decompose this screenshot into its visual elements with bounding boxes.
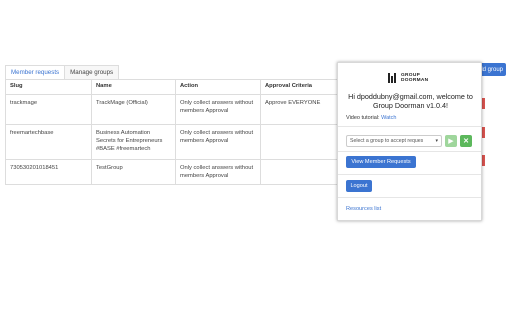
excel-icon: ✕ (463, 138, 469, 145)
cell-slug: 730530201018451 (5, 159, 92, 185)
door-icon (388, 73, 398, 83)
divider (338, 151, 481, 152)
divider (338, 126, 481, 127)
logo-text-doorman: DOORMAN (401, 78, 429, 83)
excel-export-button[interactable]: ✕ (460, 135, 472, 147)
extension-popup: GROUP DOORMAN Hi dpoddubny@gmail.com, we… (337, 62, 482, 221)
cell-action: Only collect answers without members App… (175, 159, 261, 185)
view-member-requests-button[interactable]: View Member Requests (346, 156, 416, 168)
cell-name: TestGroup (91, 159, 176, 185)
play-icon: ▶ (448, 138, 454, 145)
cell-slug: trackmage (5, 94, 92, 125)
divider (338, 197, 481, 198)
logout-button[interactable]: Logout (346, 180, 372, 192)
cell-action: Only collect answers without members App… (175, 124, 261, 160)
group-doorman-logo: GROUP DOORMAN (388, 73, 428, 83)
cell-slug: freemartechbase (5, 124, 92, 160)
group-select[interactable]: Select a group to accept reques ▾ (346, 135, 442, 147)
welcome-message: Hi dpoddubny@gmail.com, welcome to Group… (348, 92, 473, 110)
cell-name: Business Automation Secrets for Entrepre… (91, 124, 176, 160)
chevron-down-icon: ▾ (435, 138, 438, 144)
tab-member-requests[interactable]: Member requests (5, 65, 66, 79)
watch-link[interactable]: Watch (381, 115, 396, 121)
divider (338, 174, 481, 175)
header-name: Name (91, 79, 176, 95)
start-button[interactable]: ▶ (445, 135, 457, 147)
header-slug: Slug (5, 79, 92, 95)
cell-name: TrackMage (Official) (91, 94, 176, 125)
group-select-placeholder: Select a group to accept reques (350, 138, 424, 144)
resources-list-link[interactable]: Resources list (346, 206, 381, 212)
video-tutorial: Video tutorial: Watch (346, 115, 396, 121)
tab-manage-groups[interactable]: Manage groups (64, 65, 120, 79)
tab-bar: Member requests Manage groups (5, 65, 120, 79)
header-action: Action (175, 79, 261, 95)
video-tutorial-label: Video tutorial: (346, 115, 380, 121)
cell-action: Only collect answers without members App… (175, 94, 261, 125)
